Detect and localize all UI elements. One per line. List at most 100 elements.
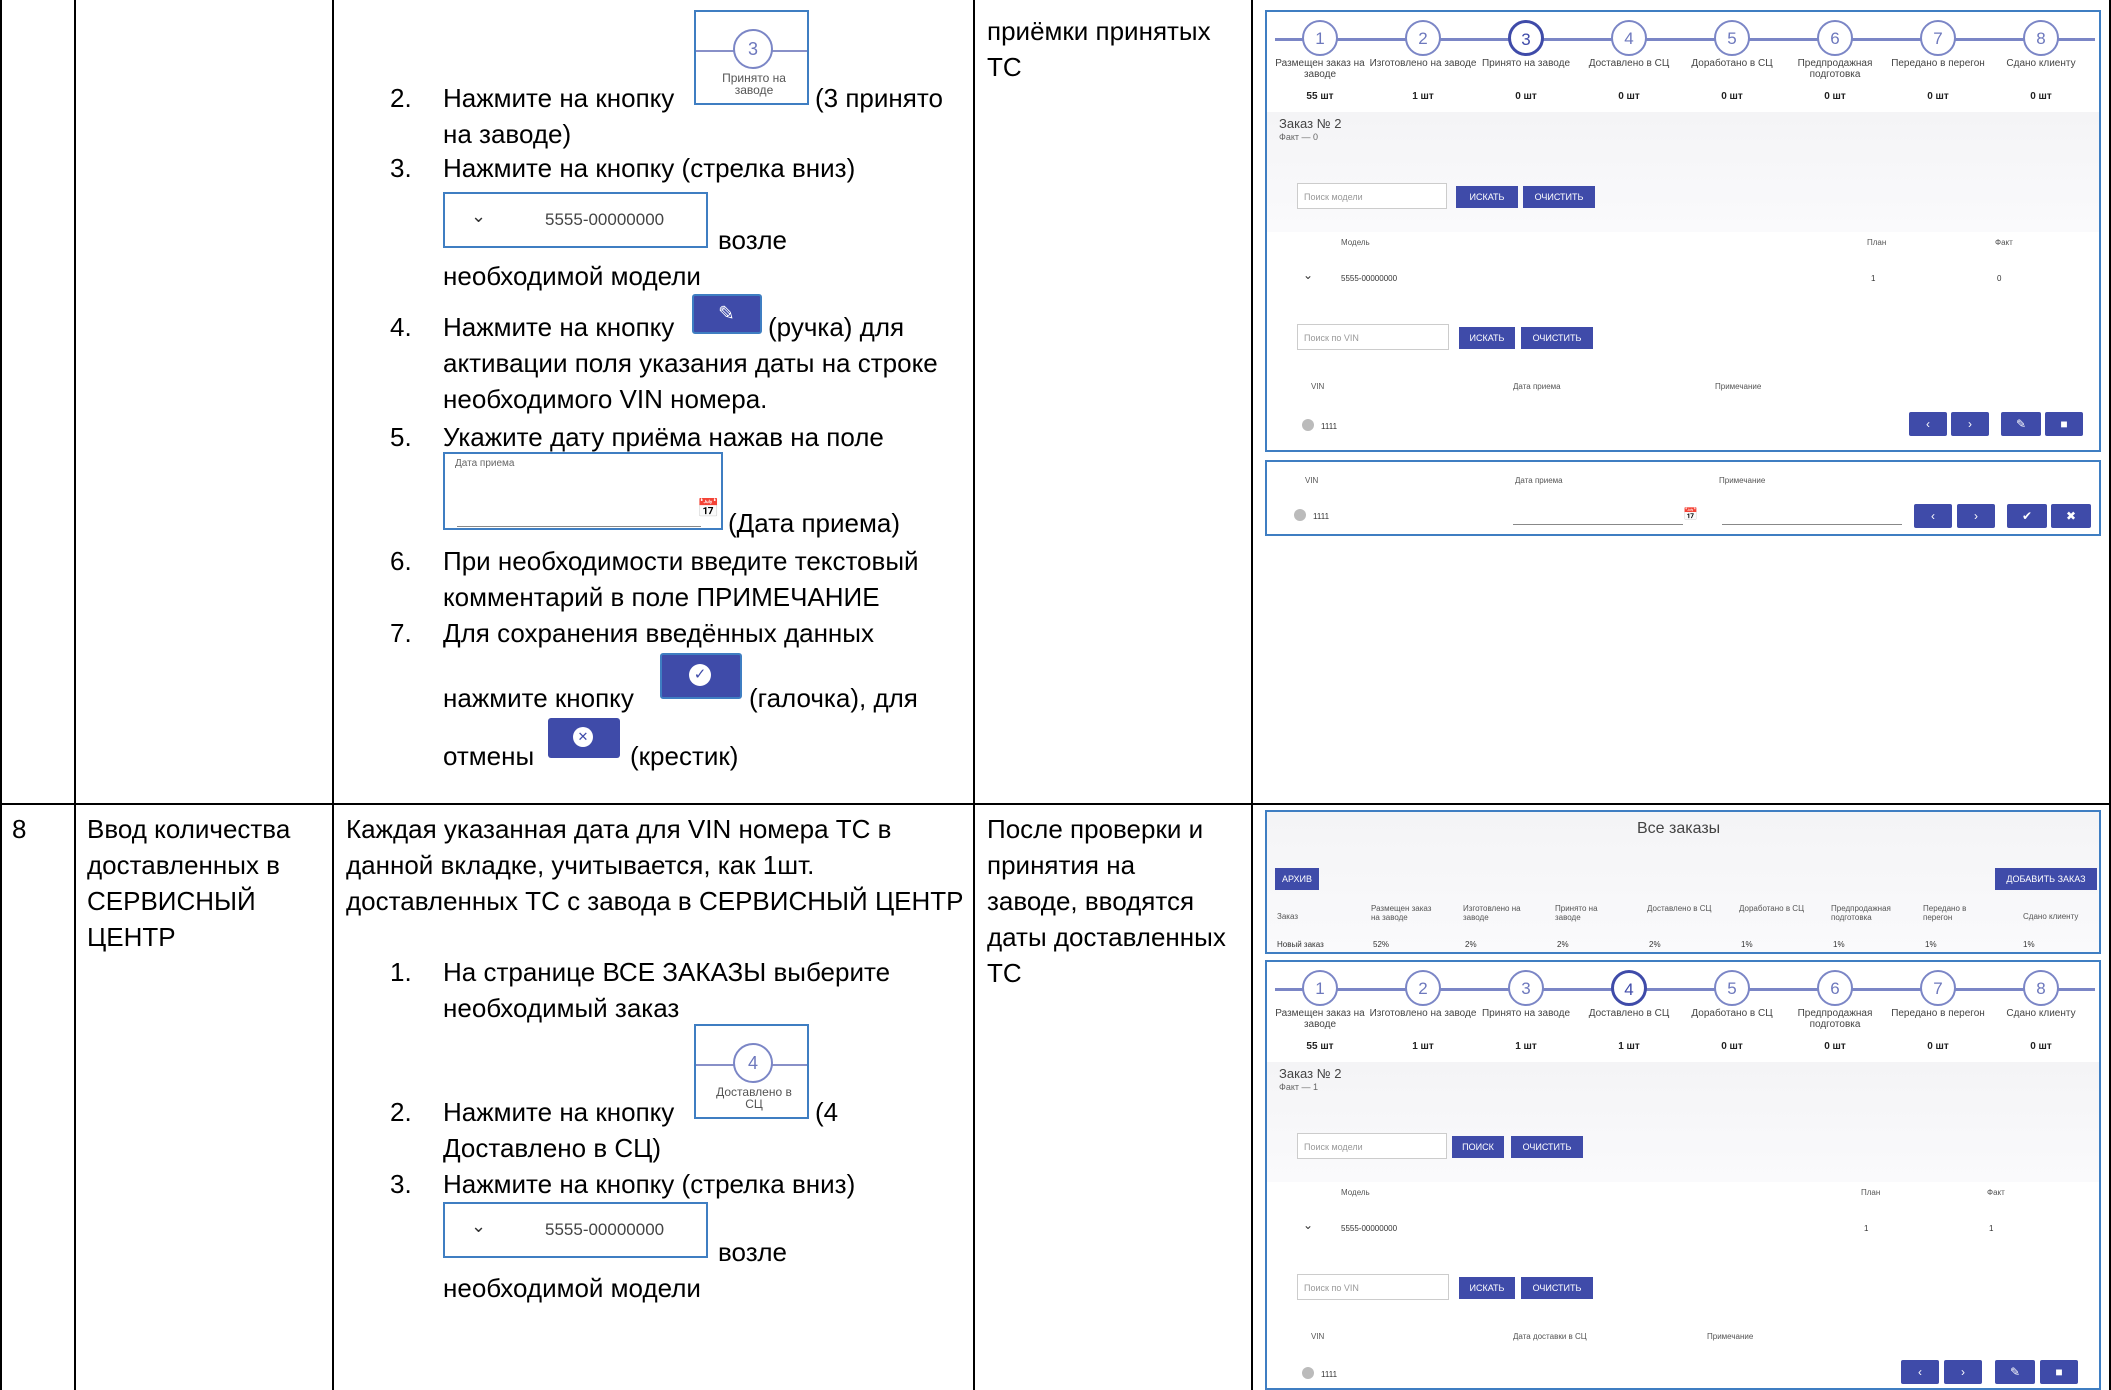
prev-button[interactable]: ‹ [1914,504,1952,528]
inline-cancel-button: ✕ [548,718,620,758]
date-input[interactable] [1513,524,1683,525]
add-order-button[interactable]: ДОБАВИТЬ ЗАКАЗ [1995,868,2097,890]
stepper-item[interactable]: 3 Принято на заводе 1 шт [1471,970,1581,1052]
step-text: (галочка), для [749,683,918,713]
save-button[interactable]: ✔ [2007,504,2047,528]
column-header: Размещен заказ на заводе [1371,904,1432,922]
row-description: Каждая указанная дата для VIN номера ТС … [346,814,892,844]
search-button[interactable]: ПОИСК [1452,1136,1504,1158]
model-cell: 5555-00000000 [1341,274,1398,283]
stepper-item[interactable]: 2 Изготовлено на заводе 1 шт [1368,20,1478,102]
column-header: Примечание [1707,1332,1754,1341]
archive-button[interactable]: АРХИВ [1275,868,1319,890]
check-circle-icon: ✓ [689,664,711,686]
prev-button[interactable]: ‹ [1901,1360,1939,1384]
step-number: 3. [390,153,412,183]
step-text: Укажите дату приёма нажав на поле [443,422,884,452]
column-header: VIN [1305,476,1319,485]
order-name-cell[interactable]: Новый заказ [1277,940,1324,949]
column-header: Принято на заводе [1555,904,1598,922]
stepper-item[interactable]: 4 Доставлено в СЦ 0 шт [1574,20,1684,102]
step-text: Нажмите на кнопку [443,83,675,113]
cancel-button[interactable]: ✖ [2051,504,2091,528]
row-title: Ввод количества [87,814,291,844]
inline-date-field: Дата приема 📅 [443,452,723,530]
stepper-item[interactable]: 7 Передано в перегон 0 шт [1883,20,1993,102]
step-text: необходимой модели [443,1273,701,1303]
step-text: (ручка) для [768,312,905,342]
stepper-item[interactable]: 6 Предпродажная подготовка 0 шт [1780,20,1890,102]
stepper-item[interactable]: 1 Размещен заказ на заводе 55 шт [1267,20,1375,102]
stepper-item[interactable]: 8 Сдано клиенту 0 шт [1986,970,2096,1052]
model-cell: 5555-00000000 [1341,1224,1398,1233]
step-text: необходимого VIN номера. [443,384,768,414]
step-text: На странице ВСЕ ЗАКАЗЫ выберите [443,957,891,987]
note-line: принятия на [987,850,1136,880]
search-button[interactable]: ИСКАТЬ [1459,1277,1515,1299]
stepper-item[interactable]: 6 Предпродажная подготовка 0 шт [1780,970,1890,1052]
screenshot-step4: 1 Размещен заказ на заводе 55 шт 2 Изготовл… [1265,960,2101,1390]
calendar-icon[interactable]: 📅 [1683,507,1698,521]
step-button-label: Доставлено в СЦ [716,1085,792,1111]
stepper-item[interactable]: 7 Передано в перегон 0 шт [1883,970,1993,1052]
step-number: 7. [390,618,412,648]
clear-button[interactable]: ОЧИСТИТЬ [1511,1136,1583,1158]
next-button[interactable]: › [1957,504,1995,528]
percent-cell: 1% [1925,940,1937,949]
edit-button[interactable]: ✎ [1995,1360,2035,1384]
chevron-down-icon[interactable]: ⌄ [1303,1218,1313,1232]
column-header: VIN [1311,382,1325,391]
clear-button[interactable]: ОЧИСТИТЬ [1521,1277,1593,1299]
stepper-item[interactable]: 8 Сдано клиенту 0 шт [1986,20,2096,102]
search-model-input[interactable]: Поиск модели [1297,1133,1447,1159]
next-button[interactable]: › [1951,412,1989,436]
stepper-item[interactable]: 5 Доработано в СЦ 0 шт [1677,20,1787,102]
note-line: приёмки принятых [987,16,1211,46]
next-button[interactable]: › [1944,1360,1982,1384]
step-text: на заводе) [443,119,572,149]
clear-button[interactable]: ОЧИСТИТЬ [1523,186,1595,208]
pencil-icon: ✎ [2015,417,2027,431]
step-text: Нажмите на кнопку (стрелка вниз) [443,153,856,183]
stepper-item[interactable]: 1 Размещен заказ на заводе 55 шт [1267,970,1375,1052]
stepper-item[interactable]: 2 Изготовлено на заводе 1 шт [1368,970,1478,1052]
step-text: Нажмите на кнопку (стрелка вниз) [443,1169,856,1199]
stepper-item[interactable]: 4 Доставлено в СЦ 1 шт [1574,970,1684,1052]
step-number: 2. [390,83,412,113]
grid-line [1251,0,1253,1390]
stepper-item[interactable]: 3 Принято на заводе 0 шт [1471,20,1581,102]
step-text: (крестик) [630,741,739,771]
fact-cell: 0 [1997,274,2002,283]
edit-button[interactable]: ✎ [2001,412,2041,436]
step-number: 2. [390,1097,412,1127]
clear-button[interactable]: ОЧИСТИТЬ [1521,327,1593,349]
screenshot-edit-row: VIN Дата приема Примечание 1111 📅 ‹ › ✔ … [1265,460,2101,536]
stepper-item[interactable]: 5 Доработано в СЦ 0 шт [1677,970,1787,1052]
column-header: План [1861,1188,1881,1197]
step-text: При необходимости введите текстовый [443,546,919,576]
search-button[interactable]: ИСКАТЬ [1459,327,1515,349]
search-vin-input[interactable]: Поиск по VIN [1297,1274,1449,1300]
search-model-input[interactable]: Поиск модели [1297,183,1447,209]
step-text: активации поля указания даты на строке [443,348,938,378]
search-button[interactable]: ИСКАТЬ [1456,186,1518,208]
search-vin-input[interactable]: Поиск по VIN [1297,324,1449,350]
delete-button[interactable]: ■ [2040,1360,2078,1384]
inline-step-button: 4 Доставлено в СЦ [694,1024,809,1119]
model-name: 5555-00000000 [545,1220,665,1239]
step-number: 6. [390,546,412,576]
column-header: Передано в перегон [1923,904,1967,922]
column-header: Примечание [1719,476,1766,485]
row-title: доставленных в [87,850,280,880]
delete-button[interactable]: ■ [2045,412,2083,436]
column-header: VIN [1311,1332,1325,1341]
chevron-down-icon[interactable]: ⌄ [1303,268,1313,282]
inline-step-button: 3 Принято на заводе [694,10,809,105]
status-dot [1302,1367,1314,1379]
cancel-circle-icon: ✕ [573,727,593,747]
note-input[interactable] [1722,524,1902,525]
prev-button[interactable]: ‹ [1909,412,1947,436]
trash-icon: ■ [2055,1365,2063,1379]
note-line: заводе, вводятся [987,886,1195,916]
step-button-label: Принято на заводе [722,71,786,97]
